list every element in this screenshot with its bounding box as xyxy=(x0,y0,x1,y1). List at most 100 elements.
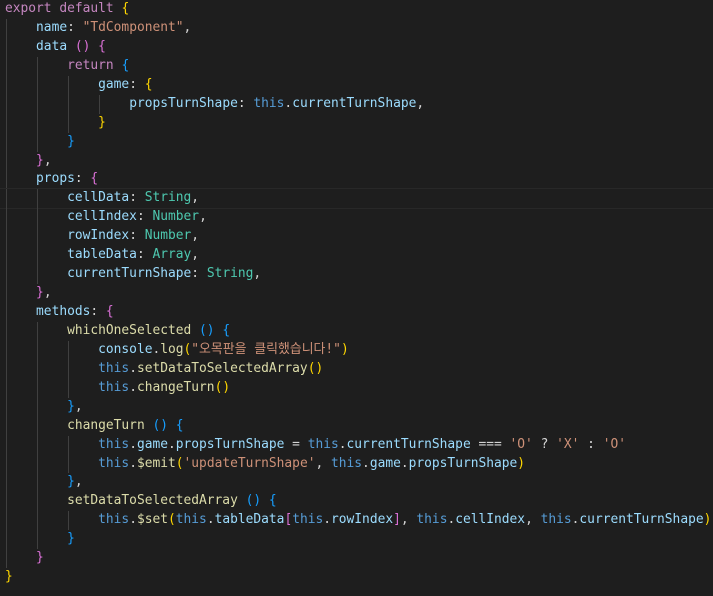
code-token: propsTurnShape xyxy=(175,436,285,452)
code-line[interactable]: this.setDataToSelectedArray() xyxy=(0,359,713,379)
indent-guide xyxy=(6,378,7,398)
code-token: this xyxy=(98,455,130,471)
indent-guide xyxy=(68,113,70,133)
code-line[interactable]: methods: { xyxy=(0,303,713,322)
indent-guide xyxy=(37,473,39,493)
code-token: "오목판을 클릭했습니다!" xyxy=(191,341,341,357)
code-token: : xyxy=(136,247,153,263)
indent-guide xyxy=(68,454,70,474)
code-line[interactable]: currentTurnShape: String, xyxy=(0,265,713,285)
code-line[interactable]: export default { xyxy=(0,0,713,19)
indent-guide xyxy=(68,359,70,379)
code-line[interactable]: return { xyxy=(0,56,713,76)
code-token: whichOneSelected xyxy=(67,322,192,338)
code-line[interactable]: } xyxy=(0,113,713,133)
code-token: } xyxy=(67,531,75,547)
code-line[interactable]: rowIndex: Number, xyxy=(0,227,713,247)
code-token: . xyxy=(323,512,332,528)
code-token: this xyxy=(98,360,130,376)
code-token: . xyxy=(362,455,370,471)
code-line[interactable]: cellData: String, xyxy=(0,188,713,210)
indent-guide xyxy=(6,56,7,76)
code-token: this xyxy=(331,455,363,471)
code-line[interactable]: propsTurnShape: this.currentTurnShape, xyxy=(0,94,713,114)
code-token: , xyxy=(315,455,331,471)
code-line[interactable]: cellIndex: Number, xyxy=(0,208,713,228)
indent-guide xyxy=(37,530,39,550)
code-line[interactable]: }, xyxy=(0,397,713,417)
indent-guide xyxy=(37,378,39,398)
code-line[interactable]: } xyxy=(0,530,713,550)
code-token: { xyxy=(90,171,99,187)
code-editor[interactable]: export default { name: "TdComponent", da… xyxy=(0,0,713,596)
code-token: this xyxy=(416,512,448,528)
code-token: , xyxy=(191,228,200,244)
indent-guide xyxy=(37,189,39,209)
code-line[interactable]: }, xyxy=(0,473,713,493)
code-line[interactable]: this.game.propsTurnShape = this.currentT… xyxy=(0,435,713,455)
code-line[interactable]: changeTurn () { xyxy=(0,416,713,436)
code-line[interactable]: this.$set(this.tableData[this.rowIndex],… xyxy=(0,511,713,531)
code-token: setDataToSelectedArray xyxy=(136,360,308,376)
code-line[interactable]: game: { xyxy=(0,75,713,95)
code-token: ( xyxy=(168,512,176,528)
indent-guide xyxy=(6,473,7,493)
code-line[interactable]: setDataToSelectedArray () { xyxy=(0,492,713,512)
code-token: { xyxy=(268,493,277,509)
code-line[interactable]: }, xyxy=(0,151,713,171)
code-token: , xyxy=(191,190,200,206)
code-line[interactable]: this.changeTurn() xyxy=(0,378,713,398)
indent-guide xyxy=(37,416,39,436)
code-token: log xyxy=(160,341,184,357)
indent-guide xyxy=(37,75,39,95)
code-token: currentTurnShape xyxy=(292,95,417,111)
indent-guide xyxy=(6,416,7,436)
code-token: . xyxy=(168,436,176,452)
code-line[interactable]: name: "TdComponent", xyxy=(0,18,713,38)
code-token: Number xyxy=(152,209,200,225)
code-token: , xyxy=(253,266,262,282)
indent-guide xyxy=(6,397,7,417)
code-line[interactable]: props: { xyxy=(0,170,713,190)
code-token: } xyxy=(98,114,106,130)
code-line[interactable]: } xyxy=(0,568,713,587)
code-token: this xyxy=(175,512,207,528)
code-token: this xyxy=(98,436,130,452)
indent-guide xyxy=(6,321,7,341)
code-line[interactable]: data () { xyxy=(0,37,713,57)
code-line[interactable]: } xyxy=(0,132,713,152)
code-line[interactable]: tableData: Array, xyxy=(0,246,713,266)
code-token: { xyxy=(175,417,184,433)
indent-guide xyxy=(6,113,7,133)
indent-guide xyxy=(6,511,7,531)
code-token: $emit xyxy=(136,455,176,471)
code-token: { xyxy=(222,322,231,338)
indent-guide xyxy=(6,208,7,228)
code-token: this xyxy=(307,436,339,452)
code-token: String xyxy=(206,266,254,282)
indent-guide xyxy=(6,170,7,190)
code-line[interactable]: whichOneSelected () { xyxy=(0,321,713,341)
code-token: 'O' xyxy=(509,436,533,452)
code-token: 'updateTurnShape' xyxy=(183,455,316,471)
code-token: currentTurnShape xyxy=(579,512,704,528)
code-line[interactable]: }, xyxy=(0,284,713,303)
indent-guide xyxy=(37,246,39,266)
indent-guide xyxy=(68,378,70,398)
code-token: ( xyxy=(175,455,184,471)
code-token: . xyxy=(129,436,137,452)
code-line[interactable]: this.$emit('updateTurnShape', this.game.… xyxy=(0,454,713,474)
code-token: : xyxy=(129,76,145,92)
indent-guide xyxy=(6,530,7,550)
code-line[interactable]: console.log("오목판을 클릭했습니다!") xyxy=(0,340,713,360)
code-token: this xyxy=(292,512,324,528)
code-token: Array xyxy=(152,247,192,263)
indent-guide xyxy=(37,340,39,360)
code-line[interactable]: } xyxy=(0,549,713,569)
